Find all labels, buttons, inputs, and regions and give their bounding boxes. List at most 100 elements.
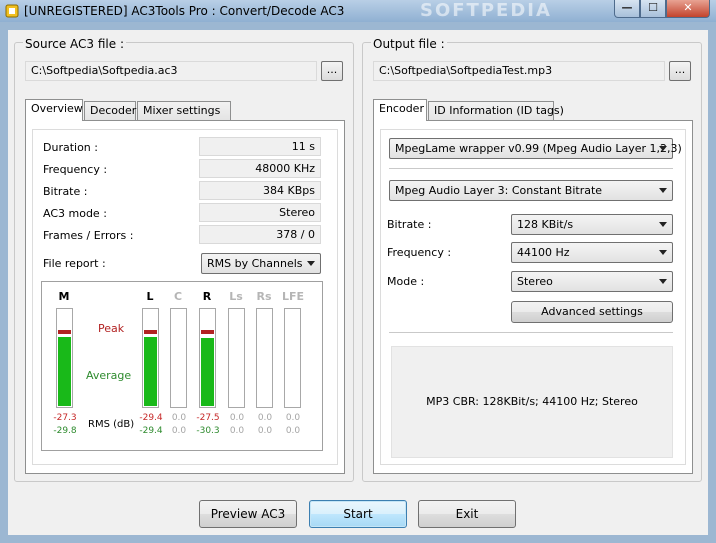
layer-mode-value: Mpeg Audio Layer 3: Constant Bitrate: [395, 184, 603, 197]
tab-id-information[interactable]: ID Information (ID tags): [428, 101, 564, 121]
level-meter-l: [142, 308, 159, 408]
maximize-button[interactable]: ☐: [640, 0, 666, 18]
peak-marker-r: [201, 330, 214, 334]
source-path-field[interactable]: C:\Softpedia\Softpedia.ac3: [25, 61, 317, 81]
watermark: SOFTPEDIA: [420, 0, 552, 21]
frames-errors-value: 378 / 0: [199, 225, 321, 244]
app-icon: [5, 4, 19, 18]
divider: [389, 168, 673, 169]
chevron-down-icon: [659, 250, 667, 255]
legend-peak: Peak: [98, 322, 125, 335]
channel-label-l: L: [146, 290, 154, 303]
file-report-select[interactable]: RMS by Channels: [201, 253, 321, 274]
channel-label-lfe: LFE: [282, 290, 305, 303]
output-group-label: Output file :: [371, 37, 447, 51]
output-group: Output file : C:\Softpedia\SoftpediaTest…: [362, 37, 702, 482]
source-group-label: Source AC3 file :: [23, 37, 126, 51]
channel-label-rs: Rs: [256, 290, 272, 303]
divider: [389, 332, 673, 333]
peak-db-l: -29.4: [139, 413, 163, 423]
peak-db-m: -27.3: [53, 413, 77, 423]
peak-db-ls: 0.0: [229, 413, 245, 423]
tab-overview[interactable]: Overview: [25, 99, 83, 121]
encoder-bitrate-select[interactable]: 128 KBit/s: [511, 214, 673, 235]
legend-average: Average: [86, 369, 132, 382]
legend-rms: RMS (dB): [88, 419, 135, 430]
app-window: [UNREGISTERED] AC3Tools Pro : Convert/De…: [0, 0, 716, 543]
title-bar[interactable]: [UNREGISTERED] AC3Tools Pro : Convert/De…: [0, 0, 716, 22]
chevron-down-icon: [659, 222, 667, 227]
frequency-label: Frequency :: [43, 163, 108, 176]
encoder-summary: MP3 CBR: 128KBit/s; 44100 Hz; Stereo: [426, 395, 638, 408]
close-icon: ✕: [683, 1, 693, 14]
rms-db-ls: 0.0: [229, 426, 245, 436]
channel-meters: Peak Average RMS (dB) M -27.3 -29.8 L -29.4 -…: [41, 281, 323, 451]
encoder-wrapper-value: MpegLame wrapper v0.99 (Mpeg Audio Layer…: [395, 142, 682, 155]
average-bar-r: [201, 338, 214, 406]
minimize-button[interactable]: —: [614, 0, 640, 18]
advanced-settings-button[interactable]: Advanced settings: [511, 301, 673, 323]
peak-db-r: -27.5: [196, 413, 220, 423]
ac3-mode-label: AC3 mode :: [43, 207, 107, 220]
overview-inner: Duration : 11 s Frequency : 48000 KHz Bi…: [32, 129, 338, 465]
level-meter-c: [170, 308, 187, 408]
peak-marker-m: [58, 330, 71, 334]
overview-panel: Duration : 11 s Frequency : 48000 KHz Bi…: [25, 120, 345, 474]
window-controls: — ☐ ✕: [614, 0, 710, 18]
source-browse-button[interactable]: ...: [321, 61, 343, 81]
bitrate-value: 384 KBps: [199, 181, 321, 200]
average-bar-m: [58, 337, 71, 406]
tab-decoder[interactable]: Decoder: [84, 101, 136, 121]
encoder-frequency-label: Frequency :: [387, 246, 452, 259]
channel-label-ls: Ls: [229, 290, 243, 303]
output-path-field[interactable]: C:\Softpedia\SoftpediaTest.mp3: [373, 61, 665, 81]
level-meter-rs: [256, 308, 273, 408]
chevron-down-icon: [659, 188, 667, 193]
tab-encoder[interactable]: Encoder: [373, 99, 427, 121]
peak-db-c: 0.0: [171, 413, 187, 423]
level-meter-lfe: [284, 308, 301, 408]
level-meter-r: [199, 308, 216, 408]
exit-button[interactable]: Exit: [418, 500, 516, 528]
encoder-inner: MpegLame wrapper v0.99 (Mpeg Audio Layer…: [380, 129, 686, 465]
encoder-wrapper-select[interactable]: MpegLame wrapper v0.99 (Mpeg Audio Layer…: [389, 138, 682, 159]
preview-ac3-button[interactable]: Preview AC3: [199, 500, 297, 528]
source-group: Source AC3 file : C:\Softpedia\Softpedia…: [14, 37, 354, 482]
start-button[interactable]: Start: [309, 500, 407, 528]
minimize-icon: —: [621, 1, 633, 14]
level-meter-m: [56, 308, 73, 408]
encoder-bitrate-label: Bitrate :: [387, 218, 432, 231]
close-button[interactable]: ✕: [666, 0, 710, 18]
encoder-bitrate-value: 128 KBit/s: [517, 218, 574, 231]
chevron-down-icon: [659, 146, 667, 151]
peak-db-lfe: 0.0: [285, 413, 301, 423]
channel-label-r: R: [202, 290, 212, 303]
tab-mixer-settings[interactable]: Mixer settings: [137, 101, 231, 121]
ac3-mode-value: Stereo: [199, 203, 321, 222]
window-title: [UNREGISTERED] AC3Tools Pro : Convert/De…: [24, 4, 345, 18]
encoder-mode-label: Mode :: [387, 275, 425, 288]
peak-marker-l: [144, 330, 157, 334]
encoder-mode-select[interactable]: Stereo: [511, 271, 673, 292]
chevron-down-icon: [659, 279, 667, 284]
encoder-frequency-value: 44100 Hz: [517, 246, 570, 259]
rms-db-l: -29.4: [139, 426, 163, 436]
frames-errors-label: Frames / Errors :: [43, 229, 134, 242]
rms-db-rs: 0.0: [257, 426, 273, 436]
encoder-summary-box: MP3 CBR: 128KBit/s; 44100 Hz; Stereo: [391, 346, 673, 458]
chevron-down-icon: [307, 261, 315, 266]
bitrate-label: Bitrate :: [43, 185, 88, 198]
encoder-frequency-select[interactable]: 44100 Hz: [511, 242, 673, 263]
file-report-select-value: RMS by Channels: [207, 257, 303, 270]
encoder-panel: MpegLame wrapper v0.99 (Mpeg Audio Layer…: [373, 120, 693, 474]
duration-label: Duration :: [43, 141, 98, 154]
layer-mode-select[interactable]: Mpeg Audio Layer 3: Constant Bitrate: [389, 180, 673, 201]
peak-db-rs: 0.0: [257, 413, 273, 423]
level-meter-ls: [228, 308, 245, 408]
output-browse-button[interactable]: ...: [669, 61, 691, 81]
channel-label-m: M: [58, 290, 70, 303]
rms-db-m: -29.8: [53, 426, 77, 436]
rms-db-lfe: 0.0: [285, 426, 301, 436]
frequency-value: 48000 KHz: [199, 159, 321, 178]
channel-label-c: C: [173, 290, 183, 303]
